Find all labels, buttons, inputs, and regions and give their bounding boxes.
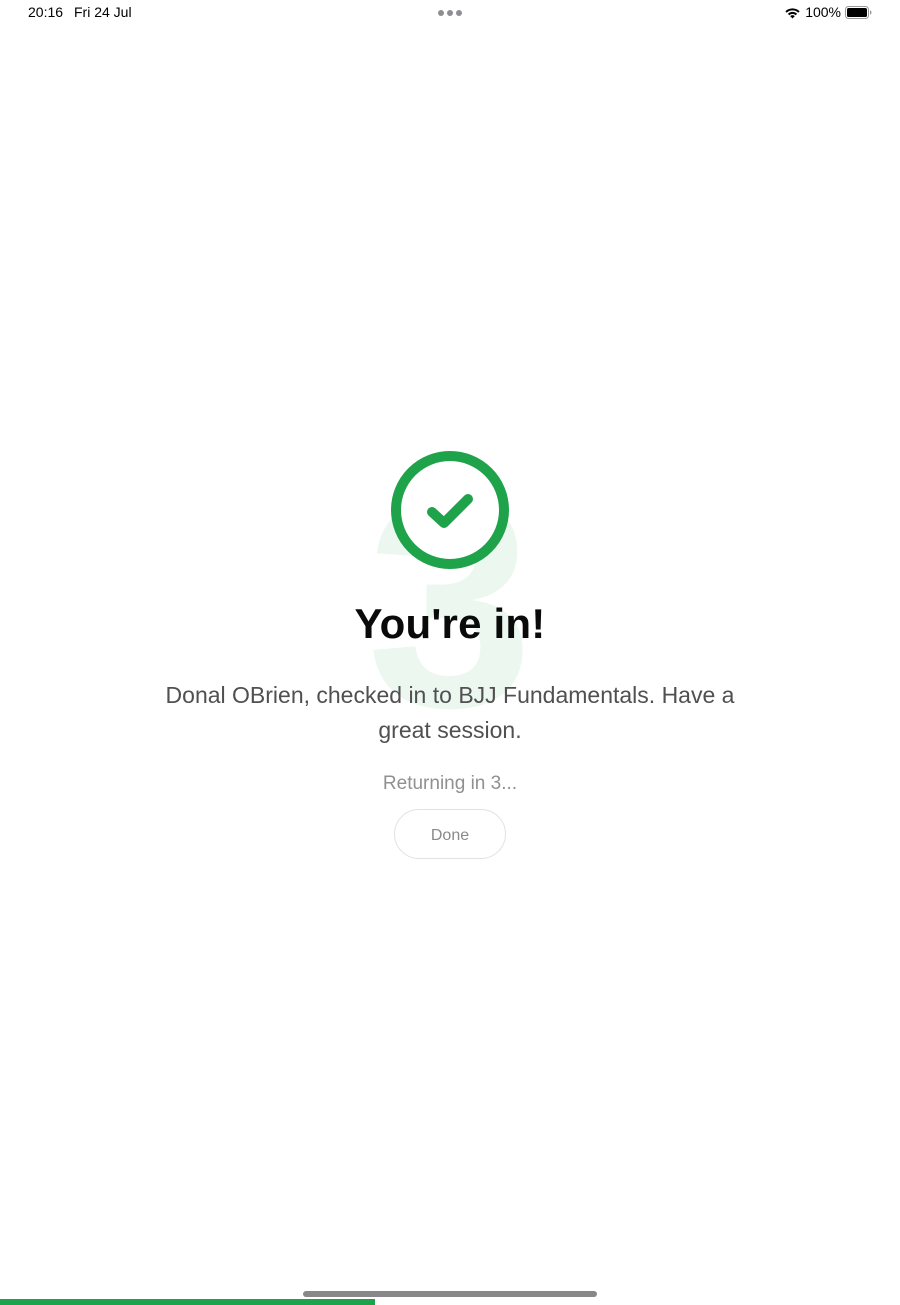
page-title: You're in! <box>354 600 546 647</box>
done-button[interactable]: Done <box>394 809 506 859</box>
checkin-message: Donal OBrien, checked in to BJJ Fundamen… <box>165 682 735 743</box>
return-progress-bar <box>0 1299 900 1305</box>
wifi-icon <box>785 7 800 18</box>
status-date: Fri 24 Jul <box>74 4 132 20</box>
home-indicator[interactable] <box>303 1291 597 1297</box>
status-right: 100% <box>784 4 872 20</box>
status-time: 20:16 <box>28 4 64 20</box>
more-dots-icon[interactable] <box>438 10 462 16</box>
checkin-success-panel: 3 You're in! Donal OBrien, checked in to… <box>0 440 900 880</box>
returning-countdown-text: Returning in 3... <box>382 773 518 794</box>
battery-percent: 100% <box>805 4 841 20</box>
return-progress-fill <box>0 1299 376 1305</box>
checkmark-circle-icon <box>391 451 509 569</box>
status-bar: 20:16 Fri 24 Jul 100% <box>0 0 900 26</box>
battery-icon <box>845 5 872 19</box>
